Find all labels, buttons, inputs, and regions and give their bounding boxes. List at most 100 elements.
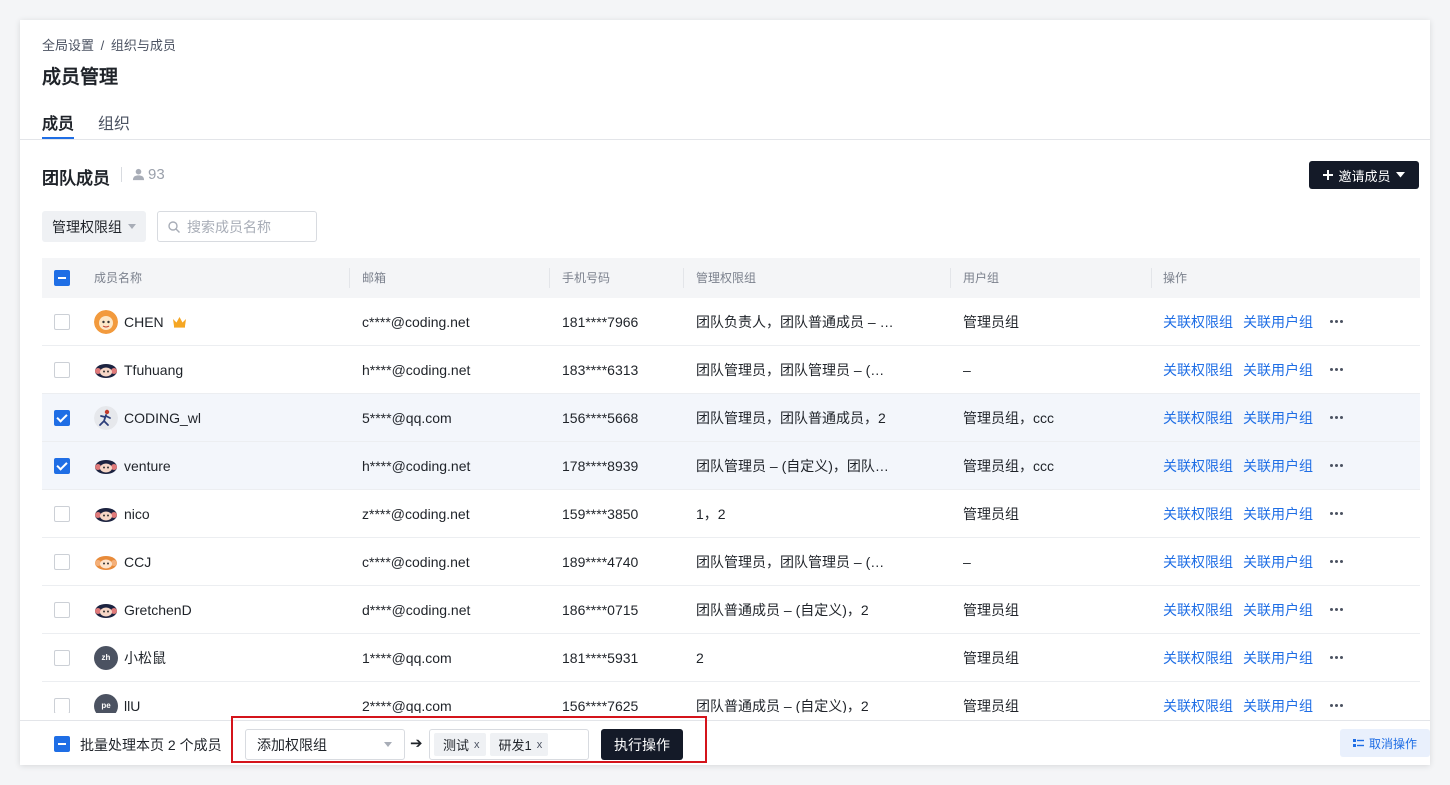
link-permission-group[interactable]: 关联权限组 [1163, 346, 1238, 394]
member-name[interactable]: llU [124, 698, 140, 713]
cancel-operation-button[interactable]: 取消操作 [1340, 729, 1430, 757]
tag-remove-icon[interactable]: x [474, 739, 480, 751]
member-name-cell: GretchenD [124, 586, 344, 634]
invite-member-button[interactable]: 邀请成员 [1309, 161, 1419, 189]
link-permission-group[interactable]: 关联权限组 [1163, 490, 1238, 538]
more-icon[interactable] [1330, 464, 1343, 468]
row-checkbox[interactable] [54, 698, 70, 713]
search-input[interactable] [185, 217, 309, 236]
user-group-cell: 管理员组 [963, 506, 1019, 522]
caret-down-icon [1395, 172, 1405, 178]
link-permission-group[interactable]: 关联权限组 [1163, 442, 1238, 490]
more-icon[interactable] [1330, 656, 1343, 660]
column-header-actions: 操作 [1163, 271, 1188, 285]
more-icon[interactable] [1330, 320, 1343, 324]
link-user-group[interactable]: 关联用户组 [1243, 586, 1318, 634]
row-checkbox[interactable] [54, 650, 70, 666]
user-group-cell: – [963, 554, 971, 570]
link-permission-group[interactable]: 关联权限组 [1163, 538, 1238, 586]
breadcrumb-org-members[interactable]: 组织与成员 [111, 38, 176, 53]
table-row[interactable]: CCJ c****@coding.net 189****4740 团队管理员，团… [42, 538, 1420, 586]
permission-group-cell: 团队管理员 – (自定义)，团队普通成员 [696, 458, 896, 474]
member-name[interactable]: GretchenD [124, 602, 192, 618]
link-permission-group[interactable]: 关联权限组 [1163, 586, 1238, 634]
link-permission-group[interactable]: 关联权限组 [1163, 682, 1238, 713]
column-separator [549, 268, 550, 288]
member-name[interactable]: Tfuhuang [124, 362, 183, 378]
avatar: pe [94, 694, 118, 713]
user-group-cell: 管理员组 [963, 314, 1019, 330]
breadcrumb-global-settings[interactable]: 全局设置 [42, 38, 94, 53]
member-name[interactable]: 小松鼠 [124, 650, 166, 666]
user-icon [132, 168, 145, 181]
row-checkbox[interactable] [54, 554, 70, 570]
more-icon[interactable] [1330, 560, 1343, 564]
column-separator [683, 268, 684, 288]
table-row[interactable]: zh 小松鼠 1****@qq.com 181****5931 2 管理员组 关… [42, 634, 1420, 682]
link-user-group[interactable]: 关联用户组 [1243, 346, 1318, 394]
row-checkbox[interactable] [54, 458, 70, 474]
table-row[interactable]: CODING_wl 5****@qq.com 156****5668 团队管理员… [42, 394, 1420, 442]
user-group-cell: – [963, 362, 971, 378]
member-name-cell: CHEN [124, 298, 344, 346]
row-checkbox[interactable] [54, 602, 70, 618]
permission-group-cell: 团队管理员，团队普通成员，2 [696, 410, 886, 426]
column-header-user-group: 用户组 [963, 271, 1000, 285]
member-name[interactable]: nico [124, 506, 150, 522]
link-permission-group[interactable]: 关联权限组 [1163, 394, 1238, 442]
tab-members[interactable]: 成员 [42, 110, 74, 134]
table-row[interactable]: GretchenD d****@coding.net 186****0715 团… [42, 586, 1420, 634]
link-user-group[interactable]: 关联用户组 [1243, 394, 1318, 442]
permission-group-cell: 团队普通成员 – (自定义)，2 [696, 698, 869, 713]
table-row[interactable]: CHEN c****@coding.net 181****7966 团队负责人，… [42, 298, 1420, 346]
more-icon[interactable] [1330, 608, 1343, 612]
select-all-checkbox[interactable] [54, 270, 70, 286]
link-permission-group[interactable]: 关联权限组 [1163, 634, 1238, 682]
member-name[interactable]: CODING_wl [124, 410, 201, 426]
member-name[interactable]: venture [124, 458, 171, 474]
phone-cell: 181****5931 [562, 650, 639, 666]
email-cell: c****@coding.net [362, 554, 470, 570]
email-cell: z****@coding.net [362, 506, 470, 522]
avatar [94, 550, 118, 574]
execute-button[interactable]: 执行操作 [601, 729, 683, 760]
member-name-cell: venture [124, 442, 344, 490]
column-separator [950, 268, 951, 288]
permission-group-cell: 1，2 [696, 506, 726, 522]
email-cell: 5****@qq.com [362, 410, 452, 426]
more-icon[interactable] [1330, 368, 1343, 372]
permission-group-filter[interactable]: 管理权限组 [42, 211, 146, 242]
batch-action-select[interactable]: 添加权限组 [245, 729, 405, 760]
breadcrumb-separator: / [100, 38, 105, 53]
row-checkbox[interactable] [54, 506, 70, 522]
tag-remove-icon[interactable]: x [537, 739, 543, 751]
more-icon[interactable] [1330, 704, 1343, 708]
tab-organization[interactable]: 组织 [98, 110, 130, 134]
permission-group-tag-input[interactable]: 测试 x 研发1 x [429, 729, 589, 760]
more-icon[interactable] [1330, 416, 1343, 420]
link-user-group[interactable]: 关联用户组 [1243, 490, 1318, 538]
member-name[interactable]: CCJ [124, 554, 151, 570]
table-row[interactable]: nico z****@coding.net 159****3850 1，2 管理… [42, 490, 1420, 538]
row-checkbox[interactable] [54, 362, 70, 378]
table-row[interactable]: venture h****@coding.net 178****8939 团队管… [42, 442, 1420, 490]
permission-group-cell: 团队负责人，团队普通成员 – (自定义) [696, 314, 896, 330]
link-user-group[interactable]: 关联用户组 [1243, 634, 1318, 682]
cancel-operation-label: 取消操作 [1368, 736, 1417, 751]
link-user-group[interactable]: 关联用户组 [1243, 538, 1318, 586]
member-name[interactable]: CHEN [124, 314, 164, 330]
table-row[interactable]: Tfuhuang h****@coding.net 183****6313 团队… [42, 346, 1420, 394]
row-checkbox[interactable] [54, 314, 70, 330]
batch-select-checkbox[interactable] [54, 736, 70, 752]
plus-icon [1323, 170, 1334, 180]
link-user-group[interactable]: 关联用户组 [1243, 442, 1318, 490]
link-permission-group[interactable]: 关联权限组 [1163, 298, 1238, 346]
table-row[interactable]: pe llU 2****@qq.com 156****7625 团队普通成员 –… [42, 682, 1420, 713]
more-icon[interactable] [1330, 512, 1343, 516]
row-checkbox[interactable] [54, 410, 70, 426]
phone-cell: 178****8939 [562, 458, 639, 474]
link-user-group[interactable]: 关联用户组 [1243, 682, 1318, 713]
link-user-group[interactable]: 关联用户组 [1243, 298, 1318, 346]
avatar [94, 502, 118, 526]
permission-group-cell: 团队普通成员 – (自定义)，2 [696, 602, 869, 618]
